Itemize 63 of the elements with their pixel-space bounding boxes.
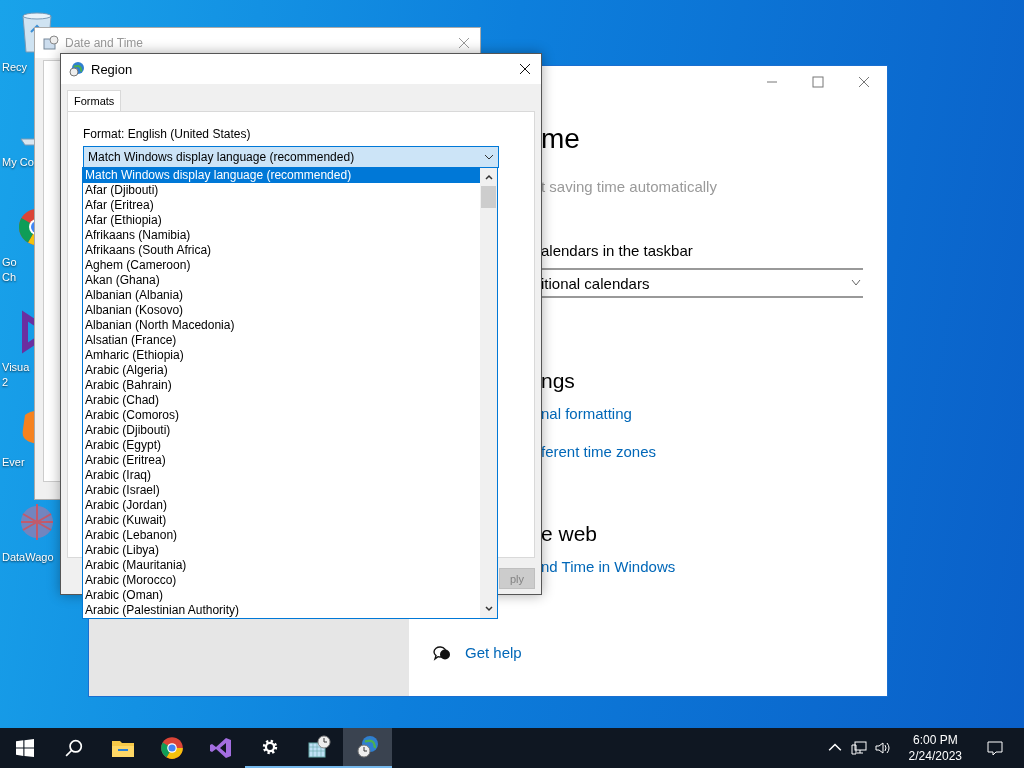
format-option[interactable]: Arabic (Oman) [83,588,480,603]
section-heading: e web [541,521,598,547]
get-help-link[interactable]: Get help [465,644,522,661]
format-option[interactable]: Albanian (North Macedonia) [83,318,480,333]
format-option[interactable]: Arabic (Algeria) [83,363,480,378]
web-link[interactable]: nd Time in Windows [541,558,676,575]
format-option[interactable]: Arabic (Lebanon) [83,528,480,543]
scrollbar[interactable] [480,168,497,618]
format-option[interactable]: Afrikaans (Namibia) [83,228,480,243]
format-option[interactable]: Arabic (Palestinian Authority) [83,603,480,618]
scrollbar-thumb[interactable] [481,186,496,208]
format-option[interactable]: Arabic (Bahrain) [83,378,480,393]
window-title: Region [91,61,133,77]
format-option[interactable]: Arabic (Israel) [83,483,480,498]
globe-clock-icon [69,61,85,77]
format-option[interactable]: Arabic (Eritrea) [83,453,480,468]
format-option[interactable]: Arabic (Comoros) [83,408,480,423]
format-option[interactable]: Arabic (Chad) [83,393,480,408]
format-option[interactable]: Albanian (Albania) [83,288,480,303]
chevron-icon [484,152,494,162]
settings-link[interactable]: ferent time zones [541,443,657,460]
calendar-clock-icon [43,35,59,51]
help-chat-icon [433,644,451,661]
volume-icon[interactable] [874,741,891,755]
format-option[interactable]: Arabic (Morocco) [83,573,480,588]
close-icon[interactable] [519,63,531,75]
format-option[interactable]: Arabic (Mauritania) [83,558,480,573]
calendars-label: alendars in the taskbar [541,242,693,259]
format-option[interactable]: Aghem (Cameroon) [83,258,480,273]
calendar-clock-icon [306,735,331,759]
visual-studio-icon [208,736,233,760]
tab[interactable]: Formats [67,90,122,111]
format-option[interactable]: Arabic (Djibouti) [83,423,480,438]
format-option[interactable]: Arabic (Kuwait) [83,513,480,528]
taskbar-button[interactable] [343,728,392,768]
format-option[interactable]: Arabic (Libya) [83,543,480,558]
gear-icon [260,738,279,756]
window-title: Date and Time [65,36,144,50]
format-option[interactable]: Afar (Djibouti) [83,183,480,198]
format-label: Format: English (United States) [83,127,252,141]
format-option[interactable]: Albanian (Kosovo) [83,303,480,318]
format-combo-box[interactable]: Match Windows display language (recommended) [83,146,499,168]
section-heading: ngs [541,368,575,394]
calendars-dropdown[interactable]: itional calendars [541,268,863,298]
chrome-icon [159,736,184,760]
search-icon[interactable] [64,739,83,757]
format-option[interactable]: Afrikaans (South Africa) [83,243,480,258]
page-heading: me [541,122,580,156]
format-option[interactable]: Match Windows display language (recommended) [83,168,480,183]
globe-clock-icon [355,735,380,759]
chevron-icon [851,278,861,288]
settings-link[interactable]: nal formatting [541,405,632,422]
format-option[interactable]: Akan (Ghana) [83,273,480,288]
clock[interactable]: 6:00 PM 2/24/2023 [908,732,962,764]
format-option[interactable]: Arabic (Egypt) [83,438,480,453]
start-icon[interactable] [15,739,34,757]
format-option[interactable]: Alsatian (France) [83,333,480,348]
format-option[interactable]: Arabic (Jordan) [83,498,480,513]
format-option[interactable]: Afar (Eritrea) [83,198,480,213]
format-option[interactable]: Arabic (Iraq) [83,468,480,483]
format-option[interactable]: Afar (Ethiopia) [83,213,480,228]
notifications-icon[interactable] [986,740,1004,756]
format-option[interactable]: Amharic (Ethiopia) [83,348,480,363]
